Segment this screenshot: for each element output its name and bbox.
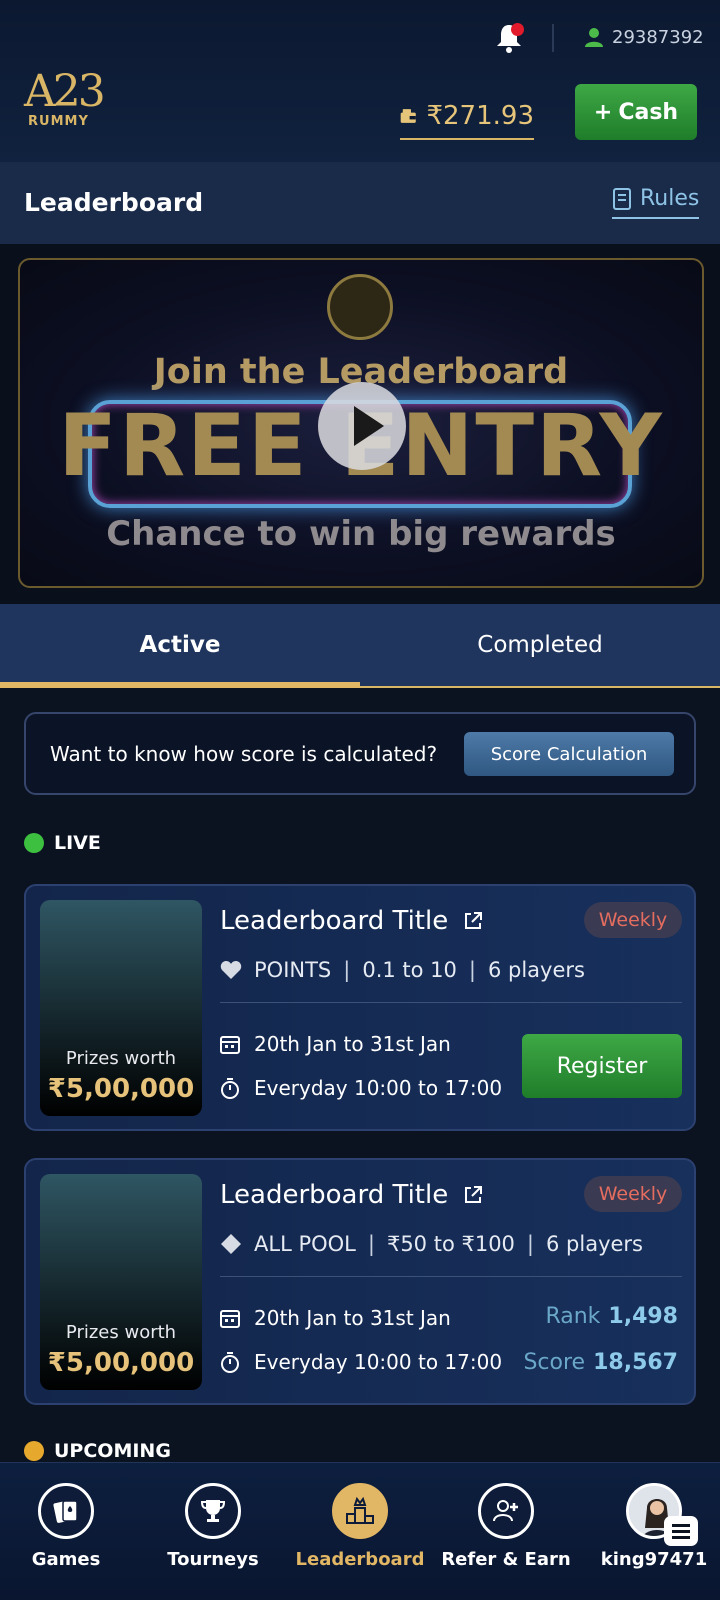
live-dot: [24, 833, 44, 853]
stopwatch-icon: [221, 1352, 239, 1373]
notification-dot: [511, 23, 524, 36]
cards-icon: [38, 1483, 94, 1539]
page-title: Leaderboard: [24, 188, 204, 217]
card-title[interactable]: Leaderboard Title: [220, 1180, 484, 1210]
game-meta: ALL POOL | ₹50 to ₹100 | 6 players: [220, 1232, 643, 1256]
trophy-icon: [185, 1483, 241, 1539]
upcoming-dot: [24, 1441, 44, 1461]
date-row: 20th Jan to 31st Jan: [220, 1306, 451, 1330]
user-icon: [585, 28, 603, 47]
score-stat: Score 18,567: [523, 1350, 678, 1375]
nav-profile[interactable]: king97471: [582, 1483, 720, 1570]
a23-rummy-logo: A23 RUMMY: [24, 66, 106, 130]
page-titlebar: Leaderboard Rules: [0, 162, 720, 244]
wallet-icon: [400, 109, 416, 123]
nav-leaderboard[interactable]: Leaderboard: [288, 1483, 432, 1570]
scroll-icon: [613, 187, 631, 210]
divider: [220, 1002, 682, 1003]
time-row: Everyday 10:00 to 17:00: [220, 1350, 502, 1374]
register-button[interactable]: Register: [522, 1034, 682, 1098]
tab-completed[interactable]: Completed: [360, 604, 720, 686]
prize-amount: ₹5,00,000: [47, 1348, 195, 1378]
rules-link[interactable]: Rules: [612, 186, 700, 219]
chat-menu-icon[interactable]: [664, 1516, 698, 1546]
live-section-header: LIVE: [24, 832, 101, 854]
play-icon[interactable]: [318, 382, 406, 470]
tab-active[interactable]: Active: [0, 604, 360, 688]
bottom-navigation: Games Tourneys Leaderboard Refer & Earn …: [0, 1462, 720, 1600]
banner-video[interactable]: Join the Leaderboard FREE ENTRY Chance t…: [18, 258, 704, 588]
nav-games[interactable]: Games: [0, 1483, 138, 1570]
score-info-box: Want to know how score is calculated? Sc…: [24, 712, 696, 795]
user-id: 29387392: [612, 26, 704, 48]
notification-bell-icon[interactable]: [494, 22, 524, 54]
plus-icon: +: [593, 99, 613, 125]
weekly-badge: Weekly: [584, 902, 682, 938]
calendar-icon: [220, 1310, 240, 1328]
promo-banner: Join the Leaderboard FREE ENTRY Chance t…: [0, 244, 720, 604]
wallet-amount: ₹271.93: [426, 101, 534, 131]
diamond-icon: [221, 1234, 241, 1254]
podium-icon: [332, 1483, 388, 1539]
upcoming-section-header: UPCOMING: [24, 1440, 171, 1462]
date-row: 20th Jan to 31st Jan: [220, 1032, 451, 1056]
game-meta: POINTS | 0.1 to 10 | 6 players: [220, 958, 585, 982]
leaderboard-tabs: Active Completed: [0, 604, 720, 688]
add-cash-button[interactable]: + Cash: [575, 84, 697, 140]
score-value: 18,567: [593, 1350, 678, 1375]
time-row: Everyday 10:00 to 17:00: [220, 1076, 502, 1100]
leaderboard-card[interactable]: Prizes worth ₹5,00,000 Leaderboard Title…: [24, 884, 696, 1131]
score-question: Want to know how score is calculated?: [50, 742, 438, 766]
external-link-icon[interactable]: [462, 910, 484, 932]
nav-refer-earn[interactable]: Refer & Earn: [434, 1483, 578, 1570]
heart-icon: [220, 961, 242, 979]
refer-user-icon: [478, 1483, 534, 1539]
wallet-balance[interactable]: ₹271.93: [400, 94, 534, 140]
prize-thumbnail: Prizes worth ₹5,00,000: [40, 900, 202, 1116]
leaderboard-card[interactable]: Prizes worth ₹5,00,000 Leaderboard Title…: [24, 1158, 696, 1405]
weekly-badge: Weekly: [584, 1176, 682, 1212]
calendar-icon: [220, 1036, 240, 1054]
prize-thumbnail: Prizes worth ₹5,00,000: [40, 1174, 202, 1390]
leaderboard-crest-icon: [327, 274, 393, 340]
rank-stat: Rank 1,498: [545, 1304, 678, 1329]
divider: [220, 1276, 682, 1277]
stopwatch-icon: [221, 1078, 239, 1099]
card-title[interactable]: Leaderboard Title: [220, 906, 484, 936]
nav-tourneys[interactable]: Tourneys: [141, 1483, 285, 1570]
rank-value: 1,498: [608, 1304, 678, 1329]
prize-amount: ₹5,00,000: [47, 1074, 195, 1104]
app-header: 29387392 A23 RUMMY ₹271.93 + Cash: [0, 0, 720, 162]
external-link-icon[interactable]: [462, 1184, 484, 1206]
score-calculation-button[interactable]: Score Calculation: [464, 732, 674, 776]
divider: [552, 24, 554, 52]
user-id-display: 29387392: [584, 26, 704, 48]
